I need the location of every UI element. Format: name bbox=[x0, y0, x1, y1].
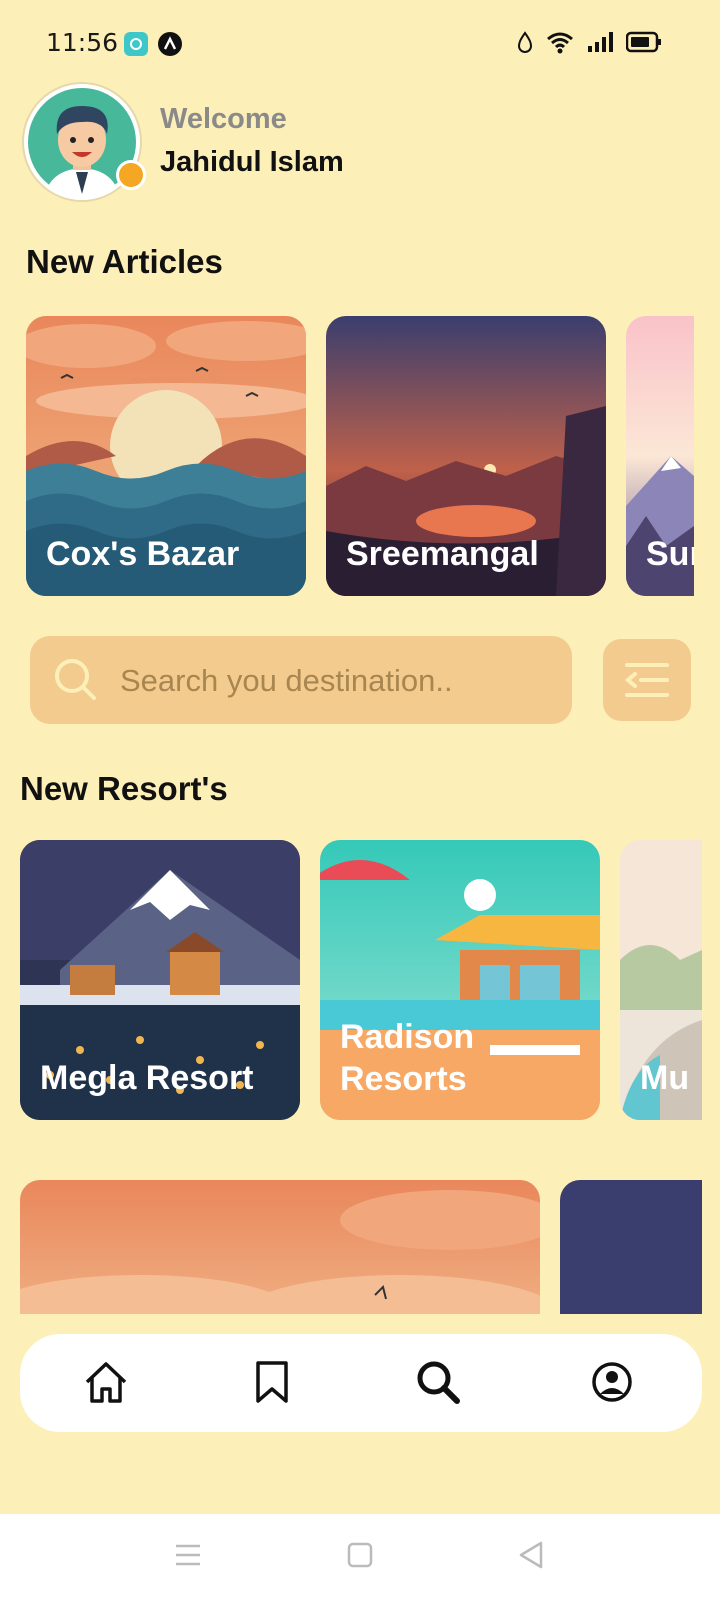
articles-section-title: New Articles bbox=[26, 243, 223, 280]
resort-label: Mu bbox=[640, 1059, 690, 1097]
online-status-dot bbox=[116, 160, 146, 190]
welcome-text: Welcome bbox=[160, 103, 287, 135]
article-card-sreemangal[interactable]: Sreemangal bbox=[326, 316, 606, 596]
featured-card-large[interactable] bbox=[20, 1180, 540, 1314]
filter-button[interactable] bbox=[603, 639, 691, 721]
battery-icon bbox=[626, 31, 661, 53]
bottom-nav bbox=[20, 1334, 702, 1432]
resort-card-radison[interactable]: Radison Resorts bbox=[320, 840, 600, 1120]
resort-card-megla[interactable]: Megla Resort bbox=[20, 840, 300, 1120]
menu-collapse-icon bbox=[625, 663, 669, 697]
status-icons bbox=[516, 30, 662, 54]
featured-card-partial[interactable] bbox=[560, 1180, 702, 1314]
system-nav-bar bbox=[0, 1514, 720, 1600]
nav-profile[interactable] bbox=[582, 1352, 642, 1412]
search-input[interactable] bbox=[118, 636, 542, 726]
resort-label: Megla Resort bbox=[40, 1059, 254, 1097]
profile-icon bbox=[592, 1362, 632, 1402]
signal-icon bbox=[588, 32, 613, 52]
app-notification-icon bbox=[124, 32, 148, 56]
article-label: Sreemangal bbox=[346, 535, 539, 573]
menu-icon[interactable] bbox=[175, 1542, 201, 1568]
search-bar[interactable] bbox=[30, 636, 572, 726]
resort-card-partial[interactable]: Mu bbox=[620, 840, 702, 1120]
article-label: Cox's Bazar bbox=[46, 535, 240, 573]
nav-bookmark[interactable] bbox=[242, 1352, 302, 1412]
article-card-coxs-bazar[interactable]: Cox's Bazar bbox=[26, 316, 306, 596]
search-icon bbox=[55, 659, 96, 700]
bookmark-icon bbox=[256, 1361, 288, 1403]
article-card-partial[interactable]: Sur bbox=[626, 316, 694, 596]
data-saver-icon bbox=[517, 31, 533, 53]
wifi-icon bbox=[547, 32, 573, 54]
home-square-icon[interactable] bbox=[347, 1542, 373, 1568]
resorts-section-title: New Resort's bbox=[20, 770, 228, 807]
status-time: 11:56 bbox=[46, 28, 119, 57]
nav-home[interactable] bbox=[76, 1352, 136, 1412]
search-icon bbox=[417, 1361, 460, 1404]
nav-search[interactable] bbox=[408, 1352, 468, 1412]
home-icon bbox=[85, 1362, 127, 1403]
article-label: Sur bbox=[646, 535, 694, 573]
back-icon[interactable] bbox=[518, 1540, 544, 1570]
user-name: Jahidul Islam bbox=[160, 146, 344, 178]
app-notification-icon-2 bbox=[158, 32, 182, 56]
resort-label: Radison Resorts bbox=[340, 1018, 475, 1098]
